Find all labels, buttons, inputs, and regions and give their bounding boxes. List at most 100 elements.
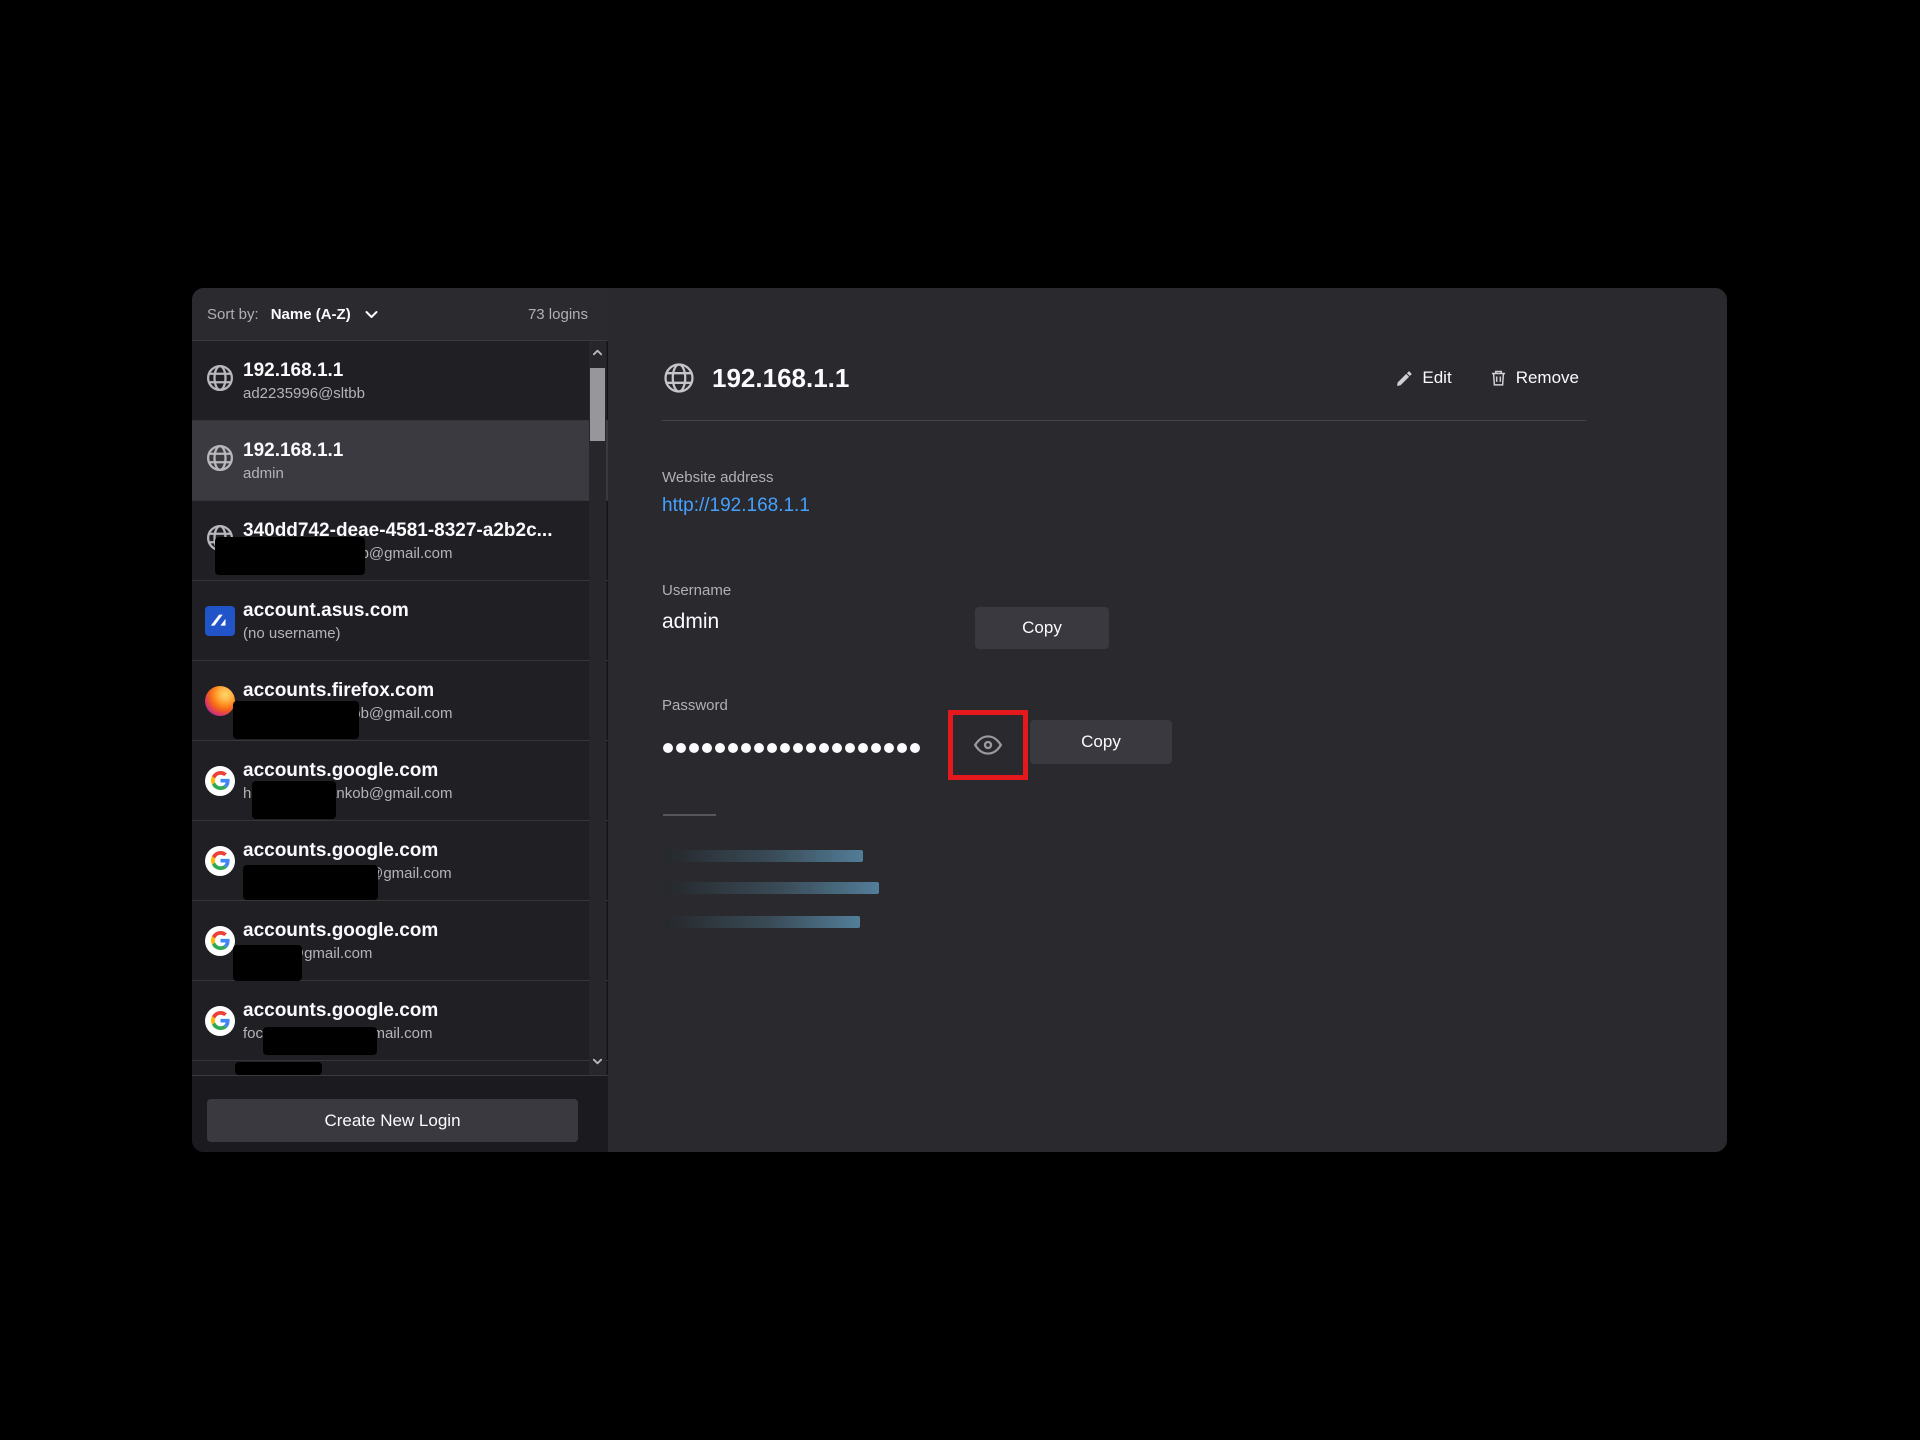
google-icon: [205, 846, 235, 876]
google-icon: [205, 766, 235, 796]
login-count: 73 logins: [528, 306, 588, 323]
login-list-item[interactable]: account.asus.com (no username): [192, 581, 608, 661]
sort-select-value: Name (A-Z): [271, 306, 351, 323]
globe-icon: [205, 443, 235, 478]
login-item-title: accounts.firefox.com: [243, 680, 453, 702]
login-list-item[interactable]: accounts.google.comharindulakshankob@gma…: [192, 741, 608, 821]
login-sidebar: Sort by: Name (A-Z) 73 logins 192.168.1.…: [192, 288, 608, 1152]
login-list: 192.168.1.1 ad2235996@sltbb 192.168.1.1 adm…: [192, 341, 608, 1075]
google-icon: [205, 1006, 235, 1036]
timestamp-redaction-bar: [665, 850, 863, 862]
password-dot: [910, 743, 920, 753]
scrollbar-thumb[interactable]: [590, 368, 605, 441]
login-item-username: admin: [243, 465, 343, 482]
site-icon: [205, 846, 235, 876]
login-item-username: ad2235996@sltbb: [243, 385, 365, 402]
asus-icon: [205, 606, 235, 636]
censor-blob: [233, 945, 302, 981]
copy-password-button[interactable]: Copy: [1030, 720, 1172, 764]
login-list-item[interactable]: accounts.firefox.comharindulakshankob@gm…: [192, 661, 608, 741]
login-detail-panel: 192.168.1.1 Edit Remove Website address …: [608, 288, 1727, 1152]
password-dot: [728, 743, 738, 753]
edit-button-label: Edit: [1422, 368, 1451, 388]
site-icon: [205, 366, 235, 396]
password-dot: [754, 743, 764, 753]
site-icon: [205, 1006, 235, 1036]
scroll-up-icon[interactable]: [592, 347, 603, 358]
login-item-title: account.asus.com: [243, 600, 409, 622]
password-dot: [715, 743, 725, 753]
create-new-login-button[interactable]: Create New Login: [207, 1099, 578, 1142]
pencil-icon: [1396, 370, 1413, 387]
site-icon: [205, 766, 235, 796]
censor-blob: [233, 701, 359, 739]
login-list-scrollbar[interactable]: [589, 341, 606, 1075]
login-item-title: accounts.google.com: [243, 840, 452, 862]
firefox-icon: [205, 686, 235, 716]
password-dot: [741, 743, 751, 753]
login-list-item[interactable]: accounts.google.comfocusoevuredev@gmail.…: [192, 981, 608, 1061]
list-footer: Create New Login: [192, 1075, 608, 1152]
scroll-down-icon[interactable]: [592, 1056, 603, 1067]
header-divider: [662, 420, 1586, 421]
password-masked-value: [663, 743, 920, 753]
login-list-item[interactable]: accounts.google.comhasiniarabawela96@gma…: [192, 821, 608, 901]
metadata-divider: [663, 814, 716, 816]
sort-bar: Sort by: Name (A-Z) 73 logins: [192, 288, 608, 341]
sort-select[interactable]: Name (A-Z): [271, 306, 378, 323]
password-dot: [767, 743, 777, 753]
site-icon: [205, 446, 235, 476]
globe-icon: [662, 361, 696, 395]
censor-blob: [252, 781, 336, 819]
copy-username-button[interactable]: Copy: [975, 607, 1109, 649]
password-dot: [676, 743, 686, 753]
login-list-item[interactable]: 192.168.1.1 ad2235996@sltbb: [192, 341, 608, 421]
remove-button[interactable]: Remove: [1490, 368, 1579, 388]
globe-icon: [205, 363, 235, 398]
login-item-username: (no username): [243, 625, 409, 642]
login-item-title: accounts.google.com: [243, 760, 453, 782]
password-dot: [897, 743, 907, 753]
password-dot: [845, 743, 855, 753]
password-dot: [884, 743, 894, 753]
login-item-title: 192.168.1.1: [243, 360, 365, 382]
timestamp-redaction-bar: [665, 882, 879, 894]
site-icon: [205, 686, 235, 716]
website-address-link[interactable]: http://192.168.1.1: [662, 495, 810, 517]
password-dot: [663, 743, 673, 753]
remove-button-label: Remove: [1516, 368, 1579, 388]
censor-blob: [235, 1062, 322, 1075]
password-dot: [871, 743, 881, 753]
login-item-title: 192.168.1.1: [243, 440, 343, 462]
password-dot: [793, 743, 803, 753]
password-dot: [780, 743, 790, 753]
password-dot: [689, 743, 699, 753]
website-address-label: Website address: [662, 469, 810, 486]
password-dot: [819, 743, 829, 753]
timestamp-redaction-bar: [665, 916, 860, 928]
password-dot: [702, 743, 712, 753]
site-icon: [205, 926, 235, 956]
login-list-item[interactable]: 192.168.1.1 admin: [192, 421, 608, 501]
login-item-title: accounts.google.com: [243, 1000, 438, 1022]
login-list-item[interactable]: 340dd742-deae-4581-8327-a2b2c...harindul…: [192, 501, 608, 581]
trash-icon: [1490, 369, 1507, 387]
username-label: Username: [662, 582, 731, 599]
logins-window: Sort by: Name (A-Z) 73 logins 192.168.1.…: [192, 288, 1727, 1152]
censor-blob: [215, 537, 365, 575]
censor-blob: [263, 1027, 377, 1055]
password-dot: [806, 743, 816, 753]
username-value: admin: [662, 610, 731, 634]
password-dot: [858, 743, 868, 753]
sort-by-label: Sort by:: [207, 306, 259, 323]
eye-icon: [973, 734, 1003, 756]
password-label: Password: [662, 697, 728, 714]
password-dot: [832, 743, 842, 753]
detail-title: 192.168.1.1: [712, 363, 849, 394]
edit-button[interactable]: Edit: [1396, 368, 1451, 388]
reveal-password-button[interactable]: [953, 715, 1023, 775]
censor-blob: [243, 865, 378, 900]
login-item-title: accounts.google.com: [243, 920, 438, 942]
red-annotation-box: [948, 710, 1028, 780]
login-list-item[interactable]: accounts.google.comRansik@gmail.com: [192, 901, 608, 981]
